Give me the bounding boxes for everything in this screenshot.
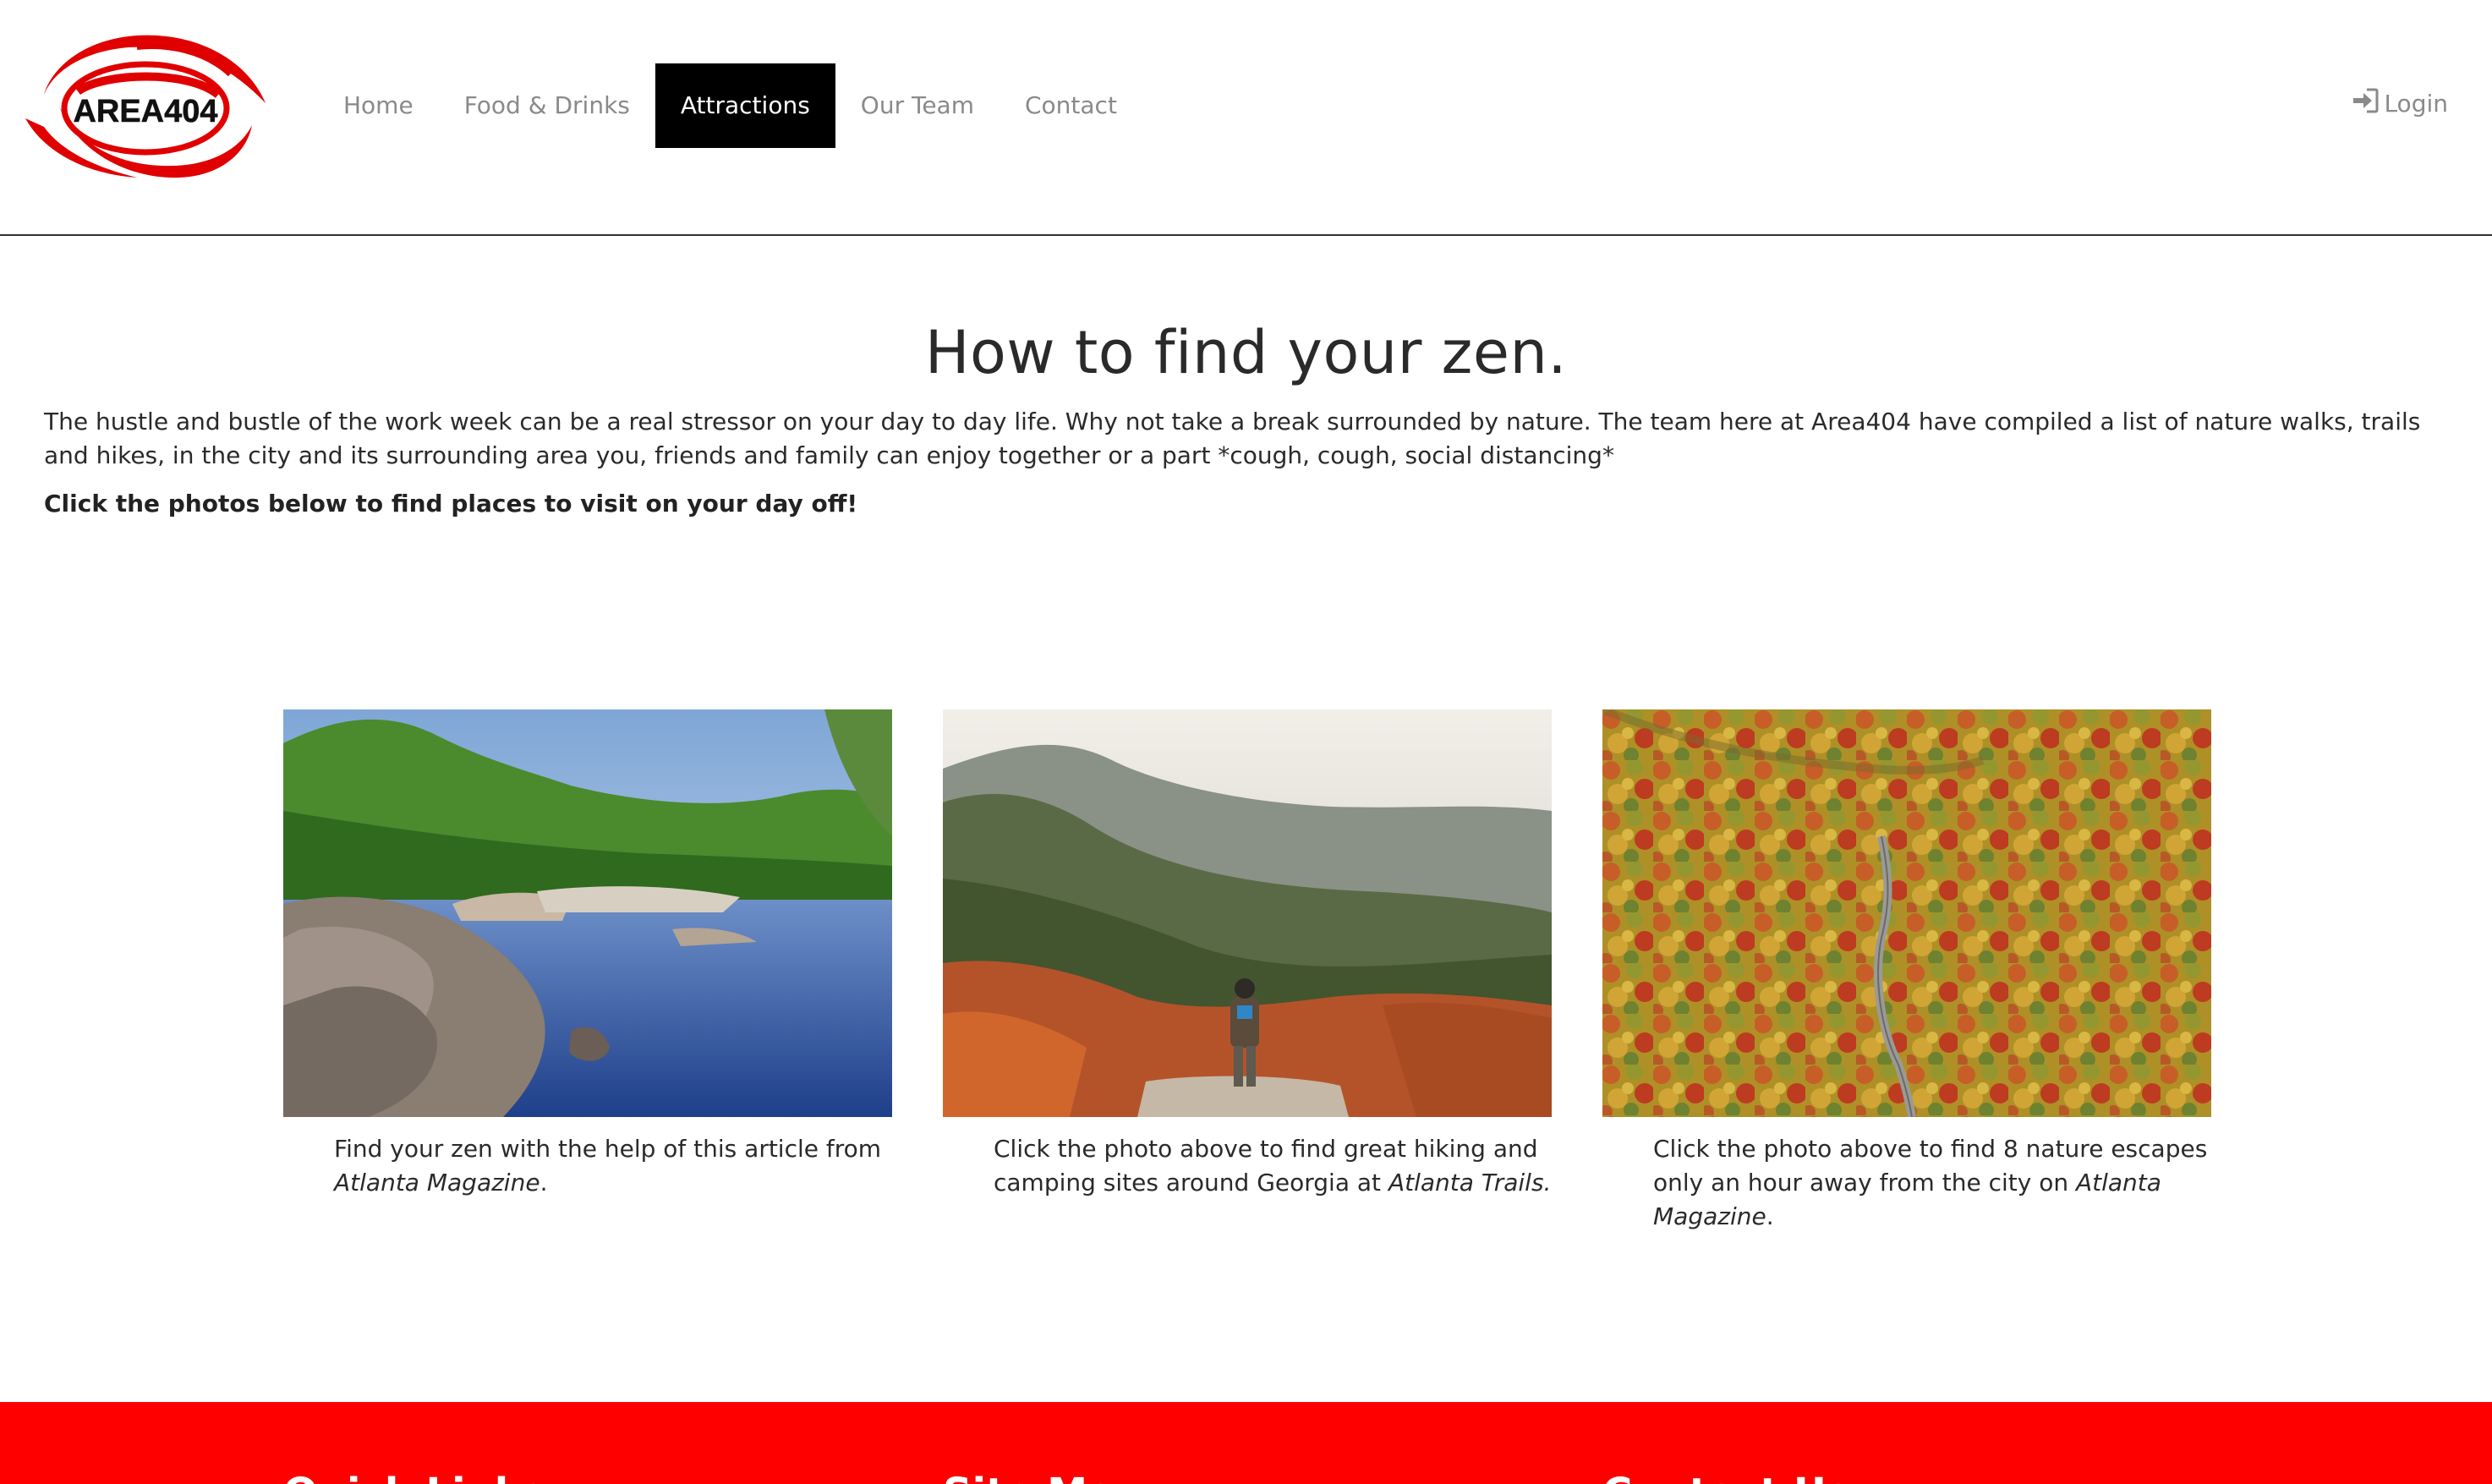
login-link[interactable]: Login	[2352, 88, 2448, 119]
photos-cta: Click the photos below to find places to…	[44, 490, 858, 517]
nav-food-drinks[interactable]: Food & Drinks	[439, 63, 655, 148]
site-footer: Quick Links Site Map Contact Us	[0, 1402, 2492, 1484]
source-link[interactable]: Atlanta Magazine	[334, 1169, 540, 1197]
card-caption: Find your zen with the help of this arti…	[334, 1135, 882, 1197]
nav-our-team[interactable]: Our Team	[835, 63, 1000, 148]
nav-attractions[interactable]: Attractions	[654, 63, 835, 148]
sign-in-icon	[2352, 88, 2379, 119]
card-caption: Click the photo above to find great hiki…	[994, 1135, 1552, 1197]
area404-logo[interactable]: AREA404	[19, 25, 277, 188]
nav-home[interactable]: Home	[318, 63, 439, 148]
footer-heading-quick-links: Quick Links	[283, 1470, 545, 1484]
river-rocks-photo[interactable]	[283, 709, 892, 1117]
footer-heading-site-map: Site Map	[943, 1470, 1144, 1484]
login-label: Login	[2384, 90, 2448, 118]
page-title: How to find your zen.	[924, 318, 1568, 387]
attraction-card: Click the photo above to find great hiki…	[943, 709, 1552, 1200]
autumn-forest-road-photo[interactable]	[1602, 709, 2211, 1117]
intro-paragraph: The hustle and bustle of the work week c…	[44, 408, 2421, 469]
logo-text: AREA404	[73, 94, 217, 129]
source-link[interactable]: Atlanta Trails.	[1388, 1169, 1552, 1197]
nav-contact[interactable]: Contact	[1000, 63, 1142, 148]
attraction-card: Click the photo above to find 8 nature e…	[1602, 709, 2211, 1234]
attraction-card: Find your zen with the help of this arti…	[283, 709, 892, 1200]
mountain-hiker-photo[interactable]	[943, 709, 1552, 1117]
site-header: AREA404 Home Food & Drinks Attractions O…	[0, 0, 2492, 236]
card-caption: Click the photo above to find 8 nature e…	[1653, 1135, 2208, 1230]
footer-heading-contact-us: Contact Us	[1602, 1470, 1850, 1484]
main-nav: Home Food & Drinks Attractions Our Team …	[318, 63, 1142, 148]
